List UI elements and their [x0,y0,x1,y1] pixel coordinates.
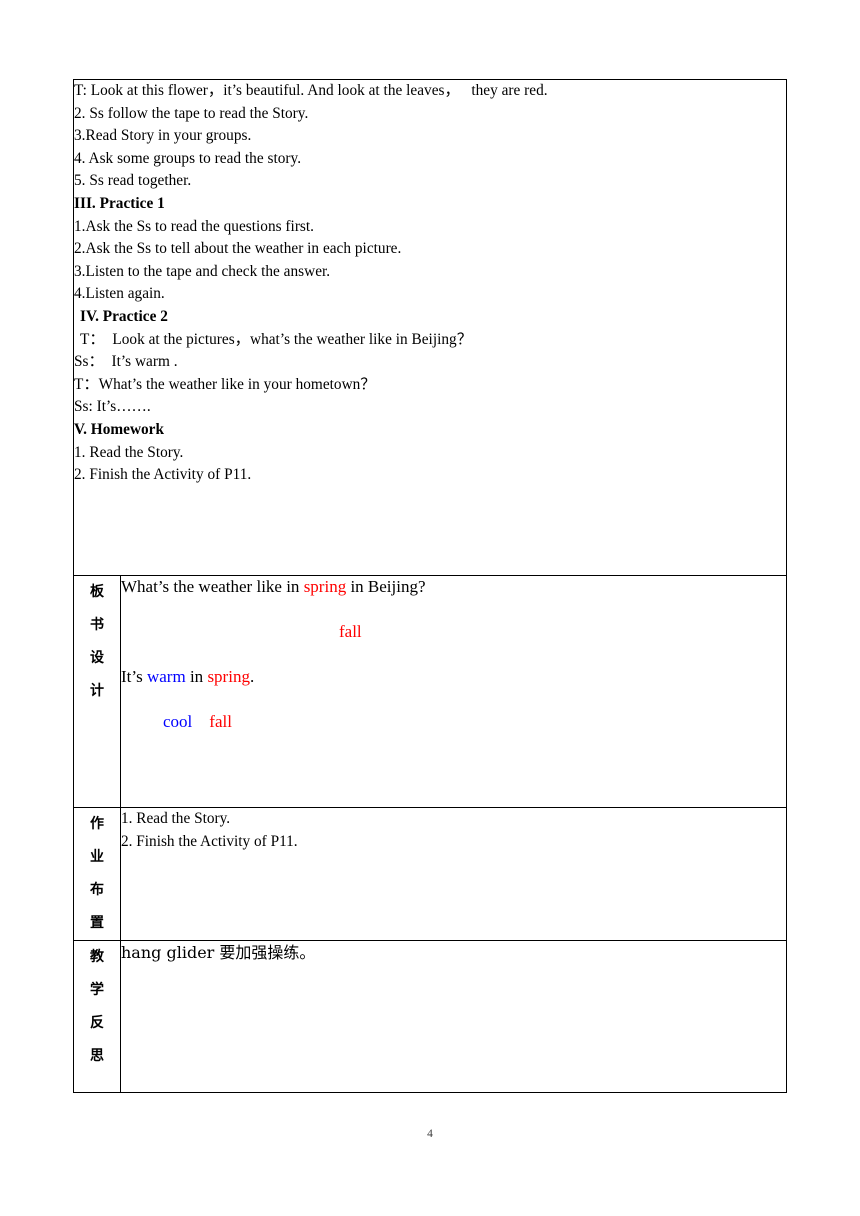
blackboard-alt-adjective: cool [163,712,193,731]
blackboard-alt-answer-season: fall [209,712,232,731]
blackboard-question-part2: in Beijing? [346,577,426,596]
procedure-line: 4.Listen again. [74,285,165,303]
blackboard-alt-season-line: fall [121,621,786,643]
procedure-line: 5. Ss read together. [74,172,192,190]
procedure-line: III. Practice 1 [74,194,165,212]
procedure-line: 3.Read Story in your groups. [74,127,252,145]
table-row-procedure: T: Look at this flower，it’s beautiful. A… [72,79,788,576]
blackboard-alt-season: fall [339,622,362,641]
blackboard-question-part1: What’s the weather like in [121,577,304,596]
blackboard-label-char: 计 [90,683,104,699]
blackboard-answer-part3: . [249,667,255,686]
procedure-line: V. Homework [74,420,165,438]
reflection-content-cell: hang glider 要加强操练。 [119,940,788,1093]
blackboard-label-char: 书 [90,617,104,633]
document-page: T: Look at this flower，it’s beautiful. A… [0,0,860,1216]
homework-label-cell: 作 业 布 置 [73,807,121,941]
homework-label: 作 业 布 置 [88,808,106,940]
blackboard-label-cell: 板 书 设 计 [73,575,121,808]
table-row-blackboard: 板 书 设 计 What’s the weather like in sprin… [73,575,788,808]
blackboard-label-char: 板 [90,584,104,600]
procedure-line: 4. Ask some groups to read the story. [74,149,302,167]
procedure-line: Ss： It’s warm . [74,353,178,371]
reflection-label: 教 学 反 思 [88,941,106,1073]
procedure-line: IV. Practice 2 [80,307,168,325]
procedure-line: T： Look at the pictures，what’s the weath… [80,330,473,348]
homework-label-char: 置 [90,915,104,931]
procedure-cell: T: Look at this flower，it’s beautiful. A… [72,79,788,576]
blackboard-answer-part1: It’s [121,667,147,686]
procedure-line: 1. Read the Story. [74,443,184,461]
blackboard-question-line: What’s the weather like in spring in Bei… [121,576,786,598]
procedure-line: T：What’s the weather like in your hometo… [74,375,376,393]
homework-label-char: 布 [90,882,104,898]
blackboard-alt-answer-line: cool fall [121,711,786,733]
procedure-line: 3.Listen to the tape and check the answe… [74,262,331,280]
homework-item: 1. Read the Story. [121,810,231,827]
procedure-line: 1.Ask the Ss to read the questions first… [74,217,315,235]
blackboard-label: 板 书 设 计 [88,576,106,708]
reflection-item: hang glider 要加强操练。 [121,943,316,962]
blackboard-spacer [121,643,786,666]
procedure-text-block: T: Look at this flower，it’s beautiful. A… [74,80,786,487]
homework-content-cell: 1. Read the Story. 2. Finish the Activit… [119,807,788,941]
blackboard-question-highlight: spring [303,577,347,596]
reflection-label-char: 反 [90,1015,104,1031]
page-number: 4 [427,1128,433,1140]
table-row-homework: 作 业 布 置 1. Read the Story. 2. Finish the… [73,807,788,941]
procedure-line: 2.Ask the Ss to tell about the weather i… [74,240,402,258]
reflection-label-cell: 教 学 反 思 [73,940,121,1093]
procedure-line: 2. Finish the Activity of P11. [74,466,252,484]
procedure-line: 2. Ss follow the tape to read the Story. [74,104,309,122]
reflection-label-char: 思 [90,1048,104,1064]
homework-label-char: 业 [90,849,104,865]
blackboard-answer-part2: in [185,667,208,686]
lesson-plan-table: T: Look at this flower，it’s beautiful. A… [72,79,788,1093]
reflection-label-char: 学 [90,982,104,998]
blackboard-answer-adjective: warm [146,667,186,686]
blackboard-answer-line: It’s warm in spring. [121,666,786,688]
blackboard-alt-gap [192,712,209,731]
table-row-reflection: 教 学 反 思 hang glider 要加强操练。 [73,940,788,1093]
homework-label-char: 作 [90,816,104,832]
reflection-label-char: 教 [90,949,104,965]
blackboard-spacer [121,688,786,711]
blackboard-label-char: 设 [90,650,104,666]
blackboard-content-cell: What’s the weather like in spring in Bei… [119,575,788,808]
blackboard-spacer [121,598,786,621]
procedure-line: T: Look at this flower，it’s beautiful. A… [74,82,548,99]
homework-item: 2. Finish the Activity of P11. [121,832,298,850]
blackboard-answer-season: spring [207,667,250,686]
procedure-line: Ss: It’s……. [74,398,151,416]
